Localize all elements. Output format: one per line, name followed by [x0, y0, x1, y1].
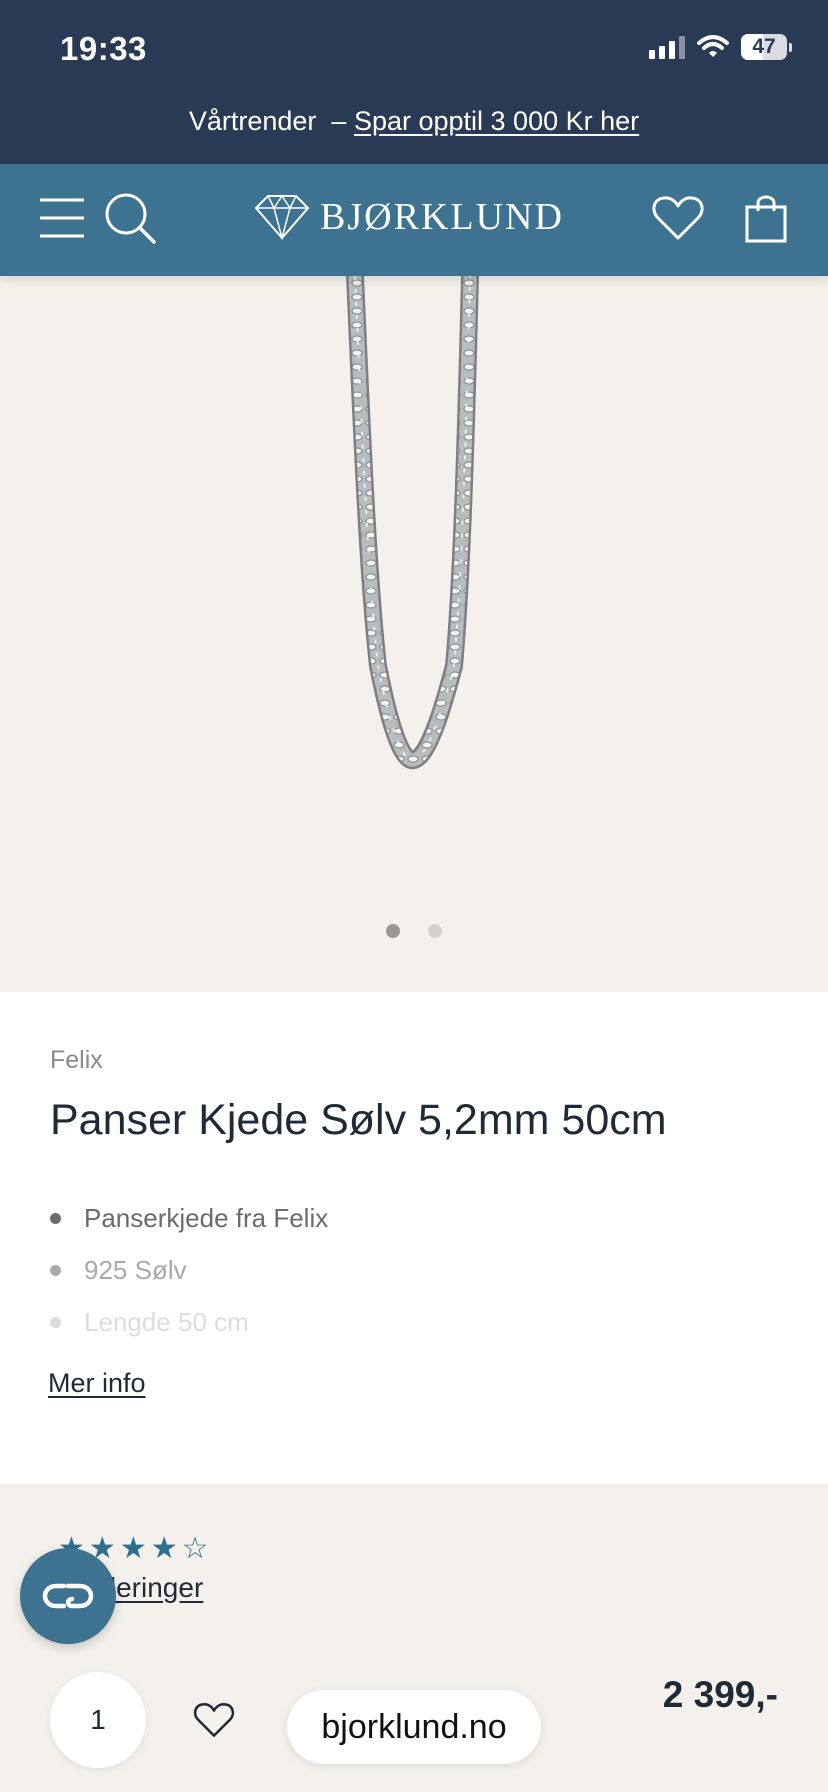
battery-percent: 47 — [752, 35, 776, 58]
status-icons: 47 — [649, 34, 792, 60]
battery-tip — [789, 42, 792, 52]
bullet-icon — [50, 1264, 61, 1276]
promo-link[interactable]: Spar opptil 3 000 Kr her — [354, 106, 639, 136]
bullet-icon — [50, 1316, 61, 1328]
top-banner: 19:33 47 Vårtrender – Spar opptil 3 000 … — [0, 0, 828, 164]
menu-icon — [40, 198, 84, 238]
diamond-logo-icon — [254, 194, 310, 240]
browser-address-bar[interactable]: bjorklund.no — [287, 1690, 541, 1764]
product-price: 2 399,- — [662, 1674, 778, 1715]
feature-text: Lengde 50 cm — [84, 1306, 249, 1337]
product-image-gallery[interactable] — [0, 276, 828, 992]
search-button[interactable] — [100, 188, 160, 248]
product-info: Felix Panser Kjede Sølv 5,2mm 50cm Panse… — [0, 992, 828, 1484]
wifi-icon — [697, 35, 729, 57]
shopping-bag-icon — [745, 195, 787, 243]
more-info-link[interactable]: Mer info — [48, 1368, 146, 1399]
chat-button[interactable] — [20, 1548, 116, 1644]
gallery-pagination — [0, 924, 828, 938]
product-image — [346, 276, 479, 769]
star-filled-icon: ★ — [150, 1532, 178, 1565]
feature-text: 925 Sølv — [84, 1254, 187, 1285]
site-logo[interactable]: BJØRKLUND — [254, 194, 564, 240]
gallery-dot[interactable] — [386, 924, 400, 938]
add-to-wishlist-button[interactable] — [186, 1692, 242, 1748]
menu-button[interactable] — [32, 188, 92, 248]
bullet-icon — [50, 1212, 61, 1224]
star-empty-icon: ☆ — [181, 1532, 209, 1565]
heart-icon — [652, 196, 704, 240]
star-filled-icon: ★ — [119, 1532, 147, 1565]
battery-icon: 47 — [741, 34, 787, 60]
feature-list: Panserkjede fra Felix 925 Sølv Lengde 50 c… — [50, 1192, 328, 1348]
logo-text: BJØRKLUND — [320, 196, 564, 238]
search-icon — [105, 193, 156, 244]
heart-icon — [193, 1703, 235, 1737]
quantity-selector[interactable]: 1 — [50, 1672, 146, 1768]
wishlist-button[interactable] — [648, 188, 708, 248]
feature-text: Panserkjede fra Felix — [84, 1202, 329, 1233]
feature-item: 925 Sølv — [50, 1244, 328, 1296]
promo-text: Vårtrender – — [188, 106, 354, 136]
chat-icon — [42, 1583, 94, 1609]
cart-button[interactable] — [736, 188, 796, 248]
product-brand[interactable]: Felix — [50, 1046, 103, 1075]
cellular-signal-icon — [649, 35, 685, 59]
feature-item: Lengde 50 cm — [50, 1296, 328, 1348]
status-time: 19:33 — [60, 30, 147, 67]
gallery-dot[interactable] — [428, 924, 442, 938]
site-header: BJØRKLUND — [0, 164, 828, 276]
product-title: Panser Kjede Sølv 5,2mm 50cm — [50, 1096, 667, 1144]
promo-banner: Vårtrender – Spar opptil 3 000 Kr her — [0, 106, 828, 137]
feature-item: Panserkjede fra Felix — [50, 1192, 328, 1244]
